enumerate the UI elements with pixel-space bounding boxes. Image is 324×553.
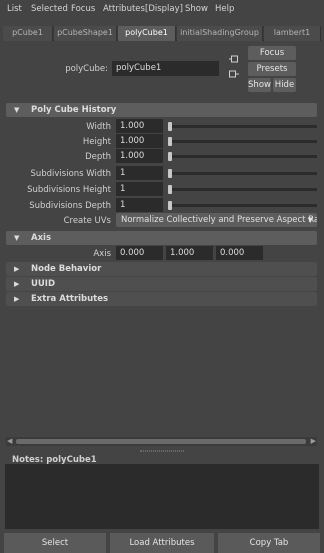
section-axis[interactable]: ▼ Axis xyxy=(6,231,317,245)
section-poly-cube-history[interactable]: ▼ Poly Cube History xyxy=(6,103,317,117)
chevron-down-icon: ▼ xyxy=(307,216,313,224)
node-type-label: polyCube: xyxy=(65,64,108,74)
tab-bar: pCube1 pCubeShape1 polyCube1 initialShad… xyxy=(3,26,321,41)
subdivisions-depth-slider[interactable] xyxy=(168,204,317,207)
axis-y-field[interactable]: 1.000 xyxy=(166,246,213,260)
axis-label: Axis xyxy=(93,249,111,259)
tab-initialshadinggroup[interactable]: initialShadingGroup xyxy=(177,26,263,41)
menu-focus[interactable]: Focus xyxy=(71,4,95,14)
hide-button[interactable]: Hide xyxy=(273,78,296,92)
tab-lambert1[interactable]: lambert1 xyxy=(264,26,321,41)
pane-resize-handle[interactable] xyxy=(140,450,184,452)
subdivisions-width-label: Subdivisions Width xyxy=(30,169,111,179)
menu-bar: List Selected Focus Attributes [Display]… xyxy=(0,0,324,18)
section-collapsed-icon: ▶ xyxy=(14,295,20,303)
subdivisions-depth-label: Subdivisions Depth xyxy=(29,201,111,211)
axis-x-field[interactable]: 0.000 xyxy=(116,246,163,260)
presets-button[interactable]: Presets xyxy=(248,62,296,76)
section-title: Node Behavior xyxy=(31,264,102,274)
depth-label: Depth xyxy=(85,152,111,162)
focus-button[interactable]: Focus xyxy=(248,46,296,60)
select-button[interactable]: Select xyxy=(4,533,106,553)
section-uuid[interactable]: ▶ UUID xyxy=(6,277,317,291)
height-field[interactable]: 1.000 xyxy=(116,134,163,148)
create-uvs-dropdown[interactable]: Normalize Collectively and Preserve Aspe… xyxy=(116,213,317,227)
section-title: Axis xyxy=(31,233,52,243)
menu-display[interactable]: [Display] xyxy=(145,4,183,14)
create-uvs-label: Create UVs xyxy=(63,216,111,226)
menu-display-label: Display xyxy=(148,4,180,14)
height-slider-thumb[interactable] xyxy=(168,137,172,146)
section-collapsed-icon: ▶ xyxy=(14,265,20,273)
depth-slider-thumb[interactable] xyxy=(168,152,172,161)
scroll-left-icon[interactable]: ◀ xyxy=(7,437,12,446)
section-expanded-icon: ▼ xyxy=(14,106,20,114)
input-connection-icon[interactable] xyxy=(229,55,239,64)
subdivisions-height-slider-thumb[interactable] xyxy=(168,185,172,194)
section-title: Extra Attributes xyxy=(31,294,109,304)
subdivisions-height-label: Subdivisions Height xyxy=(27,185,111,195)
section-expanded-icon: ▼ xyxy=(14,234,20,242)
subdivisions-height-field[interactable]: 1 xyxy=(116,182,163,196)
tab-pcube1[interactable]: pCube1 xyxy=(3,26,53,41)
copy-tab-button[interactable]: Copy Tab xyxy=(218,533,320,553)
subdivisions-width-slider[interactable] xyxy=(168,172,317,175)
height-label: Height xyxy=(82,137,111,147)
subdivisions-width-field[interactable]: 1 xyxy=(116,166,163,180)
section-node-behavior[interactable]: ▶ Node Behavior xyxy=(6,262,317,276)
width-slider[interactable] xyxy=(168,125,317,128)
section-title: UUID xyxy=(31,279,56,289)
subdivisions-depth-slider-thumb[interactable] xyxy=(168,201,172,210)
subdivisions-height-slider[interactable] xyxy=(168,188,317,191)
menu-list[interactable]: List xyxy=(7,4,22,14)
menu-help[interactable]: Help xyxy=(215,4,234,14)
height-slider[interactable] xyxy=(168,140,317,143)
create-uvs-value: Normalize Collectively and Preserve Aspe… xyxy=(121,215,317,225)
width-label: Width xyxy=(86,122,111,132)
width-field[interactable]: 1.000 xyxy=(116,119,163,133)
menu-selected[interactable]: Selected xyxy=(31,4,68,14)
subdivisions-width-slider-thumb[interactable] xyxy=(168,169,172,178)
load-attributes-button[interactable]: Load Attributes xyxy=(110,533,214,553)
subdivisions-depth-field[interactable]: 1 xyxy=(116,198,163,212)
axis-z-field[interactable]: 0.000 xyxy=(216,246,263,260)
tab-pcubeshape1[interactable]: pCubeShape1 xyxy=(54,26,117,41)
depth-field[interactable]: 1.000 xyxy=(116,149,163,163)
scroll-right-icon[interactable]: ▶ xyxy=(311,437,316,446)
notes-textarea[interactable] xyxy=(5,464,319,529)
node-name-field[interactable]: polyCube1 xyxy=(112,61,219,76)
width-slider-thumb[interactable] xyxy=(168,122,172,131)
menu-attributes[interactable]: Attributes xyxy=(103,4,145,14)
tab-polycube1[interactable]: polyCube1 xyxy=(118,26,176,41)
show-button[interactable]: Show xyxy=(248,78,271,92)
scrollbar-thumb[interactable] xyxy=(16,439,306,444)
menu-show[interactable]: Show xyxy=(185,4,208,14)
horizontal-scrollbar[interactable]: ◀ ▶ xyxy=(6,437,317,446)
depth-slider[interactable] xyxy=(168,155,317,158)
section-collapsed-icon: ▶ xyxy=(14,280,20,288)
section-title: Poly Cube History xyxy=(31,105,117,115)
output-connection-icon[interactable] xyxy=(229,70,239,79)
section-extra-attributes[interactable]: ▶ Extra Attributes xyxy=(6,292,317,306)
